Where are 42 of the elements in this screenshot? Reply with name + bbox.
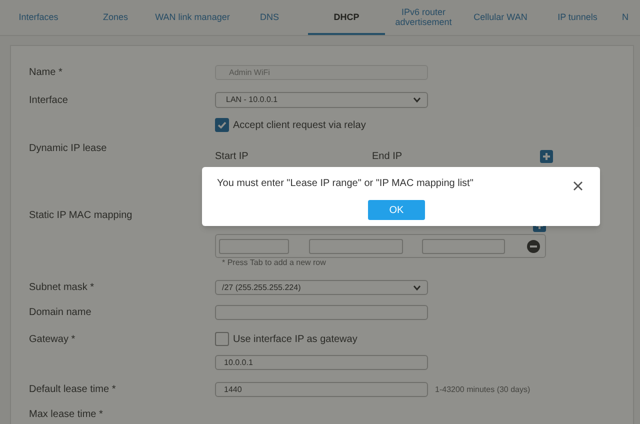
hostname-field[interactable]	[219, 238, 289, 254]
ip-address-field[interactable]	[422, 238, 505, 254]
checkbox-label: Use interface IP as gateway	[233, 332, 358, 346]
field-label: Default lease time *	[29, 383, 117, 397]
tab[interactable]: Cellular WAN	[462, 0, 539, 35]
tab[interactable]: WAN link manager	[154, 0, 231, 35]
chevron-down-icon	[413, 284, 421, 290]
field-label: Gateway *	[29, 332, 76, 346]
hint-text: 1-43200 minutes (30 days)	[435, 384, 530, 396]
checkbox[interactable]	[215, 332, 229, 346]
close-icon[interactable]	[573, 181, 583, 191]
tab[interactable]: Interfaces	[0, 0, 77, 35]
ok-button[interactable]: OK	[368, 200, 425, 220]
field-label: Name *	[29, 66, 64, 80]
mac-address-field[interactable]	[309, 238, 403, 254]
add-icon[interactable]	[540, 150, 553, 163]
column-header: End IP	[372, 150, 404, 164]
domain-name-field[interactable]	[215, 305, 428, 320]
hint-text: * Press Tab to add a new row	[221, 258, 327, 268]
field-label: Max lease time *	[29, 408, 104, 422]
field-label: Subnet mask *	[29, 281, 96, 295]
interface-dropdown[interactable]: LAN - 10.0.0.1	[215, 92, 428, 108]
default-lease-time-field[interactable]: 1440	[215, 382, 428, 397]
column-header: Start IP	[215, 150, 250, 164]
tab[interactable]: DHCP	[308, 0, 385, 35]
dialog-message: You must enter "Lease IP range" or "IP MAC mapping list"	[217, 177, 474, 191]
tab[interactable]: IP tunnels	[539, 0, 616, 35]
field-label: Domain name	[29, 306, 92, 320]
gateway-field[interactable]: 10.0.0.1	[215, 355, 428, 370]
tab[interactable]: Zones	[77, 0, 154, 35]
field-label: Dynamic IP lease	[29, 142, 108, 156]
checkbox[interactable]	[215, 118, 229, 132]
tab[interactable]: N	[616, 0, 640, 35]
checkmark-icon	[217, 120, 227, 130]
tab[interactable]: DNS	[231, 0, 308, 35]
field-label: Static IP MAC mapping	[29, 209, 134, 223]
subnet-mask-dropdown[interactable]: /27 (255.255.255.224)	[215, 280, 428, 295]
checkbox-label: Accept client request via relay	[233, 118, 366, 132]
remove-icon[interactable]	[527, 240, 540, 252]
tab[interactable]: IPv6 router advertisement	[385, 0, 462, 35]
chevron-down-icon	[413, 97, 421, 103]
field-label: Interface	[29, 94, 69, 108]
